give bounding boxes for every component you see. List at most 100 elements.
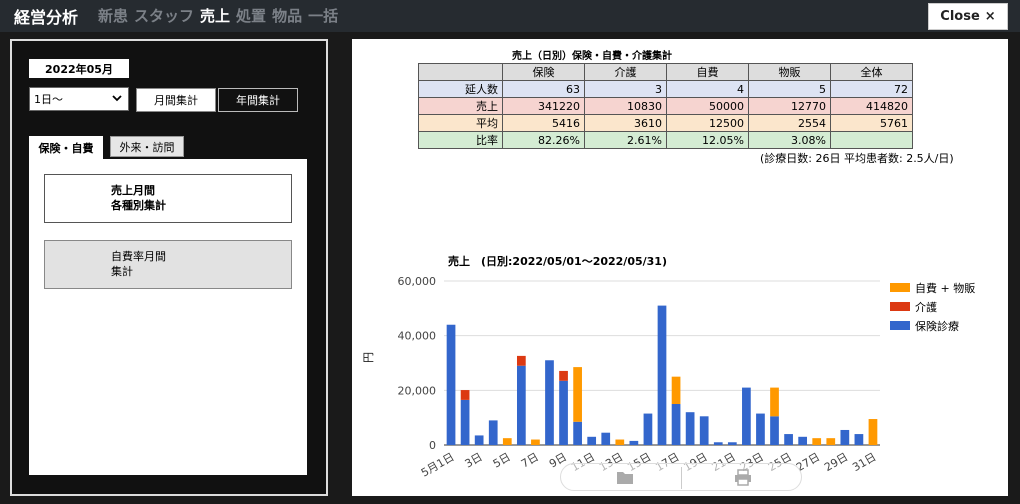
bar-segment bbox=[587, 436, 597, 445]
bar-segment bbox=[770, 416, 779, 445]
table-cell: 3 bbox=[584, 80, 667, 98]
self-pay-rate-button[interactable]: 自費率月間 集計 bbox=[44, 240, 292, 289]
table-cell: 5416 bbox=[502, 114, 585, 132]
month-display[interactable]: 2022年05月 bbox=[29, 59, 129, 78]
table-cell: 12500 bbox=[666, 114, 749, 132]
summary-header-row: 保険 介護 自費 物販 全体 bbox=[418, 63, 913, 81]
table-cell: 414820 bbox=[830, 97, 913, 115]
bar-segment bbox=[502, 438, 512, 445]
menu1-line1: 売上月間 bbox=[111, 184, 155, 197]
table-cell: 3.08% bbox=[748, 131, 831, 149]
table-cell bbox=[830, 131, 913, 149]
top-bar: 経営分析 新患 スタッフ 売上 処置 物品 一括 Close × bbox=[0, 0, 1020, 32]
tab-panel: 売上月間 各種別集計 自費率月間 集計 bbox=[29, 159, 307, 475]
bar-segment bbox=[854, 434, 864, 445]
table-cell: 売上 bbox=[418, 97, 503, 115]
close-label: Close bbox=[940, 9, 980, 24]
bar-segment bbox=[756, 413, 765, 445]
chevron-down-icon bbox=[112, 91, 122, 108]
bar-segment bbox=[826, 438, 836, 445]
summary-table: 保険 介護 自費 物販 全体 延人数 63 3 4 5 72 売上 341220… bbox=[418, 63, 913, 149]
nav-goods[interactable]: 物品 bbox=[272, 5, 302, 26]
legend-swatch bbox=[890, 283, 910, 292]
x-tick-label: 7日 bbox=[519, 450, 541, 470]
header-cell: 全体 bbox=[830, 63, 913, 81]
bar-segment bbox=[488, 420, 498, 445]
day-select[interactable]: 1日～ bbox=[29, 87, 129, 111]
header-cell: 自費 bbox=[666, 63, 749, 81]
nav-sales[interactable]: 売上 bbox=[200, 5, 230, 26]
table-cell: 341220 bbox=[502, 97, 585, 115]
close-icon: × bbox=[984, 9, 996, 24]
table-cell: 平均 bbox=[418, 114, 503, 132]
bar-segment bbox=[460, 399, 470, 445]
table-cell: 72 bbox=[830, 80, 913, 98]
tab-insurance-self-pay[interactable]: 保険・自費 bbox=[29, 136, 103, 159]
table-cell: 2554 bbox=[748, 114, 831, 132]
bar-segment bbox=[559, 370, 568, 381]
bar-segment bbox=[629, 440, 639, 445]
table-cell: 12.05% bbox=[666, 131, 749, 149]
table-row: 比率 82.26% 2.61% 12.05% 3.08% bbox=[418, 131, 913, 149]
bar-segment bbox=[784, 434, 793, 445]
y-tick-label: 20,000 bbox=[398, 384, 437, 397]
legend-swatch bbox=[890, 302, 910, 311]
yearly-total-button[interactable]: 年間集計 bbox=[218, 88, 298, 112]
header-cell: 物販 bbox=[748, 63, 831, 81]
table-cell: 5 bbox=[748, 80, 831, 98]
bar-segment bbox=[573, 421, 582, 445]
table-cell: 4 bbox=[666, 80, 749, 98]
header-cell: 保険 bbox=[502, 63, 585, 81]
header-cell: 介護 bbox=[584, 63, 667, 81]
bar-segment bbox=[460, 390, 470, 400]
table-row: 売上 341220 10830 50000 12770 414820 bbox=[418, 97, 913, 115]
printer-icon[interactable] bbox=[733, 468, 753, 486]
menu1-line2: 各種別集計 bbox=[111, 199, 166, 212]
chart-legend: 自費 + 物販 介護 保険診療 bbox=[890, 280, 986, 337]
table-cell: 3610 bbox=[584, 114, 667, 132]
legend-item: 保険診療 bbox=[890, 318, 986, 334]
legend-label: 自費 + 物販 bbox=[915, 282, 976, 295]
y-tick-label: 0 bbox=[429, 439, 436, 452]
y-tick-label: 60,000 bbox=[398, 275, 437, 288]
bar-segment bbox=[573, 367, 582, 422]
left-panel: 2022年05月 1日～ 月間集計 年間集計 保険・自費 外来・訪問 売上月間 … bbox=[10, 39, 328, 496]
bar-segment bbox=[727, 442, 737, 445]
bar-segment bbox=[671, 404, 681, 445]
nav-batch[interactable]: 一括 bbox=[308, 5, 338, 26]
bar-segment bbox=[812, 438, 822, 445]
y-axis-label: 円 bbox=[362, 352, 375, 363]
tab-outpatient-visit[interactable]: 外来・訪問 bbox=[110, 136, 184, 157]
legend-label: 保険診療 bbox=[915, 320, 959, 333]
nav-new-patient[interactable]: 新患 bbox=[98, 5, 128, 26]
summary-title: 売上（日別）保険・自費・介護集計 bbox=[512, 51, 672, 62]
x-tick-label: 3日 bbox=[463, 450, 485, 470]
bar-segment bbox=[601, 432, 611, 445]
folder-icon[interactable] bbox=[615, 468, 635, 486]
monthly-total-button[interactable]: 月間集計 bbox=[136, 88, 216, 112]
nav-treatment[interactable]: 処置 bbox=[236, 5, 266, 26]
bar-segment bbox=[516, 355, 526, 366]
close-button[interactable]: Close × bbox=[928, 3, 1008, 30]
table-row: 平均 5416 3610 12500 2554 5761 bbox=[418, 114, 913, 132]
bar-segment bbox=[545, 360, 554, 445]
app-title: 経営分析 bbox=[14, 8, 79, 27]
nav-staff[interactable]: スタッフ bbox=[134, 5, 194, 26]
y-tick-label: 40,000 bbox=[398, 330, 437, 343]
table-cell: 50000 bbox=[666, 97, 749, 115]
sales-chart: 020,00040,00060,000円5月1日3日5日7日9日11日13日15… bbox=[362, 275, 880, 480]
menu2-line1: 自費率月間 bbox=[111, 250, 166, 263]
legend-swatch bbox=[890, 321, 910, 330]
legend-item: 介護 bbox=[890, 299, 986, 315]
bar-segment bbox=[868, 419, 878, 445]
legend-item: 自費 + 物販 bbox=[890, 280, 986, 296]
monthly-sales-breakdown-button[interactable]: 売上月間 各種別集計 bbox=[44, 174, 292, 223]
table-cell: 2.61% bbox=[584, 131, 667, 149]
table-cell: 82.26% bbox=[502, 131, 585, 149]
x-tick-label: 29日 bbox=[822, 450, 850, 474]
x-tick-label: 31日 bbox=[850, 450, 878, 474]
bar-segment bbox=[446, 324, 456, 445]
bar-segment bbox=[474, 435, 484, 445]
bar-segment bbox=[559, 380, 568, 445]
bar-segment bbox=[657, 305, 667, 445]
